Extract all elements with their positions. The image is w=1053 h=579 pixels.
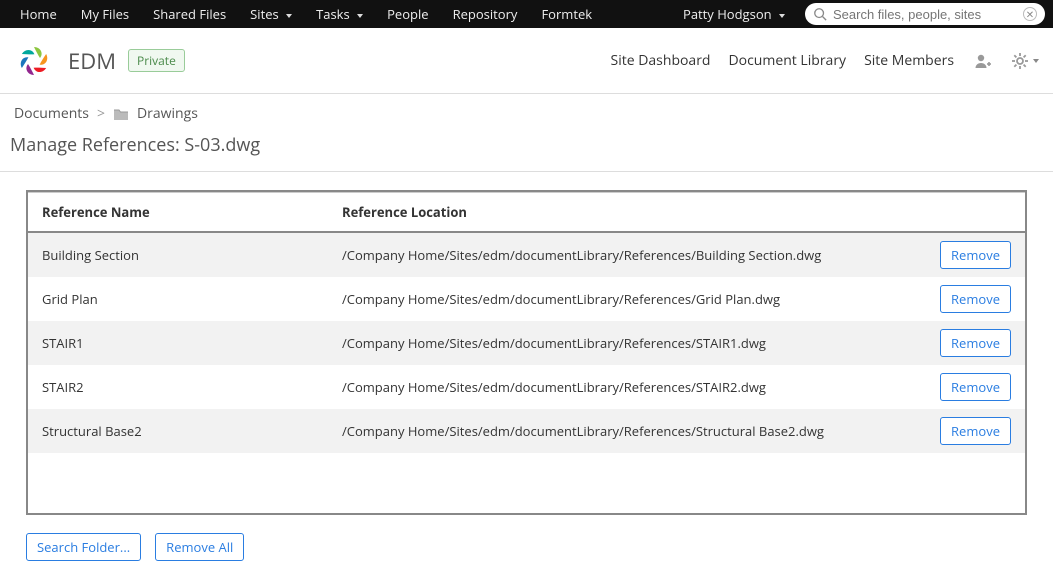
- ref-location: /Company Home/Sites/edm/documentLibrary/…: [328, 321, 926, 365]
- nav-label: Shared Files: [153, 5, 226, 23]
- breadcrumb: Documents > Drawings: [0, 94, 1053, 127]
- user-menu[interactable]: Patty Hodgson: [671, 0, 797, 28]
- chevron-down-icon: [357, 14, 363, 18]
- breadcrumb-folder[interactable]: Drawings: [137, 104, 198, 123]
- nav-people[interactable]: People: [375, 0, 440, 28]
- link-site-members[interactable]: Site Members: [864, 51, 954, 70]
- top-nav-items: Home My Files Shared Files Sites Tasks P…: [8, 0, 604, 28]
- table-row: STAIR1 /Company Home/Sites/edm/documentL…: [28, 321, 1025, 365]
- references-panel: Reference Name Reference Location Buildi…: [0, 172, 1053, 579]
- ref-location: /Company Home/Sites/edm/documentLibrary/…: [328, 365, 926, 409]
- search-box: ✕: [805, 3, 1045, 25]
- ref-location: /Company Home/Sites/edm/documentLibrary/…: [328, 277, 926, 321]
- link-site-dashboard[interactable]: Site Dashboard: [611, 51, 711, 70]
- top-nav: Home My Files Shared Files Sites Tasks P…: [0, 0, 1053, 28]
- user-name: Patty Hodgson: [683, 5, 772, 23]
- page-title: Manage References: S-03.dwg: [0, 127, 1053, 172]
- nav-label: Repository: [453, 5, 518, 23]
- col-header-name: Reference Name: [28, 193, 328, 233]
- table-row: Structural Base2 /Company Home/Sites/edm…: [28, 409, 1025, 453]
- nav-tasks[interactable]: Tasks: [304, 0, 375, 28]
- link-document-library[interactable]: Document Library: [729, 51, 847, 70]
- breadcrumb-root[interactable]: Documents: [14, 104, 89, 123]
- table-empty-space: [28, 453, 1025, 513]
- remove-button[interactable]: Remove: [940, 373, 1011, 401]
- site-header: EDM Private Site Dashboard Document Libr…: [0, 28, 1053, 94]
- nav-repository[interactable]: Repository: [441, 0, 530, 28]
- settings-button[interactable]: [1010, 51, 1039, 71]
- panel-actions: Search Folder... Remove All: [26, 533, 1027, 561]
- nav-label: Sites: [250, 5, 279, 23]
- ref-name: Grid Plan: [28, 277, 328, 321]
- site-logo-icon: [14, 41, 54, 81]
- nav-home[interactable]: Home: [8, 0, 69, 28]
- clear-search-icon[interactable]: ✕: [1023, 7, 1037, 21]
- breadcrumb-sep: >: [97, 104, 105, 123]
- col-header-action: [926, 193, 1025, 233]
- site-links: Site Dashboard Document Library Site Mem…: [611, 51, 1039, 71]
- gear-icon: [1010, 51, 1030, 71]
- chevron-down-icon: [286, 14, 292, 18]
- nav-label: Home: [20, 5, 57, 23]
- user-plus-icon: [972, 51, 992, 71]
- nav-my-files[interactable]: My Files: [69, 0, 141, 28]
- ref-location: /Company Home/Sites/edm/documentLibrary/…: [328, 409, 926, 453]
- ref-name: Building Section: [28, 232, 328, 277]
- remove-button[interactable]: Remove: [940, 285, 1011, 313]
- nav-label: Tasks: [316, 5, 350, 23]
- col-header-location: Reference Location: [328, 193, 926, 233]
- nav-formtek[interactable]: Formtek: [529, 0, 604, 28]
- site-name: EDM: [68, 46, 116, 76]
- remove-button[interactable]: Remove: [940, 329, 1011, 357]
- nav-label: Formtek: [541, 5, 592, 23]
- references-table: Reference Name Reference Location Buildi…: [28, 192, 1025, 453]
- table-row: STAIR2 /Company Home/Sites/edm/documentL…: [28, 365, 1025, 409]
- folder-icon: [113, 107, 129, 121]
- remove-all-button[interactable]: Remove All: [155, 533, 244, 561]
- add-user-button[interactable]: [972, 51, 992, 71]
- chevron-down-icon: [779, 14, 785, 18]
- remove-button[interactable]: Remove: [940, 241, 1011, 269]
- nav-label: My Files: [81, 5, 129, 23]
- ref-name: STAIR2: [28, 365, 328, 409]
- table-row: Grid Plan /Company Home/Sites/edm/docume…: [28, 277, 1025, 321]
- nav-sites[interactable]: Sites: [238, 0, 304, 28]
- search-icon: [813, 7, 827, 21]
- chevron-down-icon: [1033, 59, 1039, 63]
- ref-location: /Company Home/Sites/edm/documentLibrary/…: [328, 232, 926, 277]
- ref-name: Structural Base2: [28, 409, 328, 453]
- table-row: Building Section /Company Home/Sites/edm…: [28, 232, 1025, 277]
- ref-name: STAIR1: [28, 321, 328, 365]
- remove-button[interactable]: Remove: [940, 417, 1011, 445]
- nav-label: People: [387, 5, 428, 23]
- visibility-badge: Private: [128, 49, 185, 72]
- references-table-wrapper: Reference Name Reference Location Buildi…: [26, 190, 1027, 515]
- nav-shared-files[interactable]: Shared Files: [141, 0, 238, 28]
- search-input[interactable]: [827, 7, 1023, 22]
- search-folder-button[interactable]: Search Folder...: [26, 533, 141, 561]
